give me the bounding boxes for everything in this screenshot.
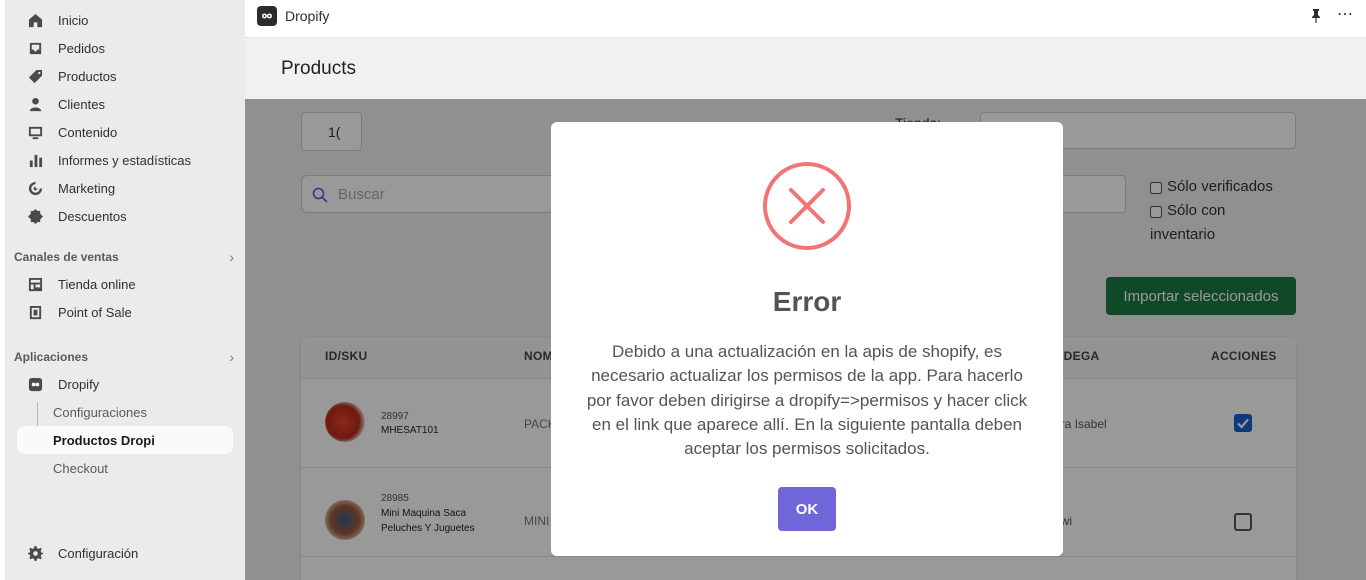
nav-configuracion[interactable]: Configuración xyxy=(27,541,138,565)
nav-label: Configuración xyxy=(58,545,139,561)
content-icon xyxy=(27,124,43,140)
pin-icon[interactable] xyxy=(1311,9,1321,26)
store-icon xyxy=(27,276,43,292)
dropify-logo-icon xyxy=(257,6,277,26)
section-canales-ventas[interactable]: Canales de ventas › xyxy=(14,249,234,265)
nav-pedidos[interactable]: Pedidos xyxy=(27,36,105,60)
sub-item-configuraciones[interactable]: Configuraciones xyxy=(53,405,147,420)
dropify-app-icon xyxy=(27,376,43,392)
nav-label: Dropify xyxy=(58,376,100,392)
home-icon xyxy=(27,12,43,28)
inbox-icon xyxy=(27,40,43,56)
sub-item-checkout[interactable]: Checkout xyxy=(53,461,108,476)
person-icon xyxy=(27,96,43,112)
more-icon[interactable]: ⋯ xyxy=(1337,4,1354,24)
page-title: Products xyxy=(281,58,356,79)
nav-tienda-online[interactable]: Tienda online xyxy=(27,272,136,296)
nav-label: Pedidos xyxy=(58,40,105,56)
error-x-icon xyxy=(763,162,851,250)
app-name: Dropify xyxy=(285,8,330,24)
gear-icon xyxy=(27,545,43,561)
nav-label: Contenido xyxy=(58,124,118,140)
nav-label: Point of Sale xyxy=(58,304,132,320)
chevron-right-icon: › xyxy=(229,249,234,265)
chevron-right-icon: › xyxy=(229,349,234,365)
nav-point-of-sale[interactable]: Point of Sale xyxy=(27,300,132,324)
pos-icon xyxy=(27,304,43,320)
nav-inicio[interactable]: Inicio xyxy=(27,8,88,32)
section-title: Aplicaciones xyxy=(14,350,89,364)
discount-icon xyxy=(27,208,43,224)
dialog-title: Error xyxy=(772,286,842,317)
section-aplicaciones[interactable]: Aplicaciones › xyxy=(14,349,234,365)
nav-label: Productos xyxy=(58,68,117,84)
ok-button[interactable]: OK xyxy=(778,487,836,531)
dialog-message: Debido a una actualización en la apis de… xyxy=(586,342,1028,459)
target-icon xyxy=(27,180,43,196)
page-header: Products xyxy=(245,38,1366,99)
nav-marketing[interactable]: Marketing xyxy=(27,176,115,200)
nav-label: Informes y estadísticas xyxy=(58,152,191,168)
nav-productos[interactable]: Productos xyxy=(27,64,117,88)
section-title: Canales de ventas xyxy=(14,250,119,264)
tag-icon xyxy=(27,68,43,84)
nav-label: Inicio xyxy=(58,12,89,28)
nav-dropify[interactable]: Dropify xyxy=(27,372,99,396)
app-bar: Dropify ⋯ xyxy=(245,0,1366,38)
nav-clientes[interactable]: Clientes xyxy=(27,92,105,116)
sidebar: Inicio Pedidos Productos Clientes Conten… xyxy=(0,0,245,580)
nav-contenido[interactable]: Contenido xyxy=(27,120,117,144)
nav-label: Clientes xyxy=(58,96,105,112)
nav-descuentos[interactable]: Descuentos xyxy=(27,204,127,228)
bar-chart-icon xyxy=(27,152,43,168)
nav-label: Marketing xyxy=(58,180,116,196)
nav-label: Tienda online xyxy=(58,276,136,292)
nav-informes[interactable]: Informes y estadísticas xyxy=(27,148,191,172)
nav-label: Descuentos xyxy=(58,208,127,224)
sub-item-productos-dropi[interactable]: Productos Dropi xyxy=(53,433,155,448)
error-dialog: Error Debido a una actualización en la a… xyxy=(551,122,1063,556)
